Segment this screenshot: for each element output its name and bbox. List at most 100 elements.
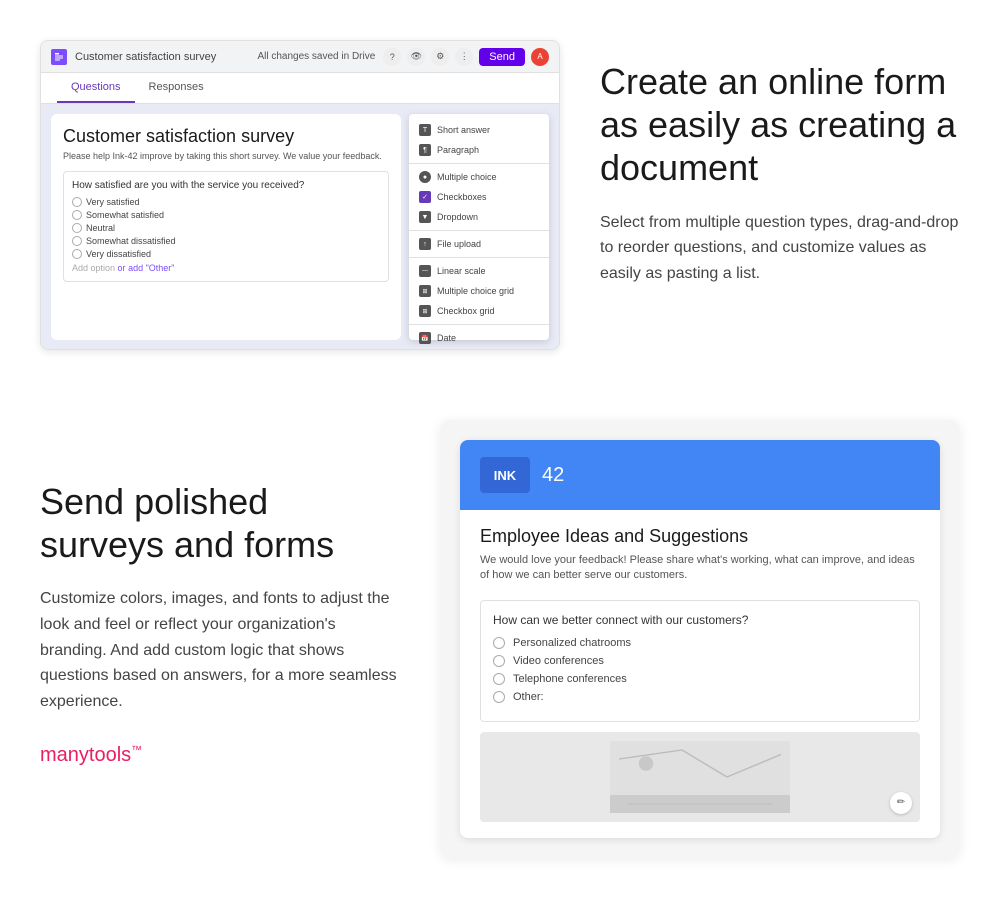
checkbox-grid-option[interactable]: ⊞ Checkbox grid: [409, 301, 549, 321]
or-text: or: [118, 263, 126, 273]
divider-1: [409, 163, 549, 164]
form-body: Customer satisfaction survey Please help…: [41, 104, 559, 350]
option-4: Somewhat dissatisfied: [72, 236, 380, 246]
checkbox-grid-label: Checkbox grid: [437, 306, 495, 316]
preview-option-label-1: Personalized chatrooms: [513, 637, 631, 649]
manytools-logo: manytools™: [40, 744, 400, 767]
top-description: Select from multiple question types, dra…: [600, 210, 960, 287]
form-screenshot: Customer satisfaction survey All changes…: [40, 40, 560, 350]
preview-option-label-4: Other:: [513, 691, 544, 703]
option-label-5: Very dissatisfied: [86, 249, 151, 259]
option-5: Very dissatisfied: [72, 249, 380, 259]
checkboxes-option[interactable]: ✓ Checkboxes: [409, 187, 549, 207]
bottom-description: Customize colors, images, and fonts to a…: [40, 586, 400, 714]
ink-number: 42: [542, 464, 564, 487]
time-option[interactable]: ⏰ Time: [409, 348, 549, 350]
mc-grid-option[interactable]: ⊞ Multiple choice grid: [409, 281, 549, 301]
bottom-heading: Send polished surveys and forms: [40, 480, 400, 566]
ink-label: INK: [494, 468, 516, 483]
form-title: Customer satisfaction survey: [63, 126, 389, 147]
form-card: Customer satisfaction survey Please help…: [51, 114, 401, 340]
option-1: Very satisfied: [72, 197, 380, 207]
preview-form-body: Employee Ideas and Suggestions We would …: [460, 510, 940, 838]
date-label: Date: [437, 333, 456, 343]
preview-option-label-3: Telephone conferences: [513, 673, 627, 685]
question-card: How satisfied are you with the service y…: [63, 171, 389, 282]
checkboxes-label: Checkboxes: [437, 192, 487, 202]
preview-radio-3: [493, 673, 505, 685]
short-answer-label: Short answer: [437, 125, 490, 135]
ink-logo: INK: [480, 457, 530, 493]
tab-title: Customer satisfaction survey: [75, 51, 249, 63]
add-option[interactable]: Add option or add "Other": [72, 263, 380, 273]
manytools-wordmark: manytools™: [40, 744, 142, 767]
question-label: How satisfied are you with the service y…: [72, 180, 380, 191]
forms-icon: [51, 49, 67, 65]
paragraph-label: Paragraph: [437, 145, 479, 155]
divider-3: [409, 257, 549, 258]
settings-icon[interactable]: ⚙: [431, 48, 449, 66]
dropdown-option[interactable]: ▼ Dropdown: [409, 207, 549, 227]
preview-radio-1: [493, 637, 505, 649]
preview-question: How can we better connect with our custo…: [493, 613, 907, 627]
multiple-choice-option[interactable]: ● Multiple choice: [409, 167, 549, 187]
option-2: Somewhat satisfied: [72, 210, 380, 220]
preview-option-3: Telephone conferences: [493, 673, 907, 685]
preview-option-4: Other:: [493, 691, 907, 703]
save-badge: All changes saved in Drive: [257, 51, 375, 62]
mc-grid-icon: ⊞: [419, 285, 431, 297]
send-button[interactable]: Send: [479, 48, 525, 66]
tab-responses[interactable]: Responses: [135, 73, 218, 103]
option-label-4: Somewhat dissatisfied: [86, 236, 176, 246]
chrome-actions: ? 👁 ⚙ ⋮ Send A: [383, 48, 549, 66]
avatar: A: [531, 48, 549, 66]
radio-very-dissatisfied: [72, 249, 82, 259]
edit-icon[interactable]: ✏: [890, 792, 912, 814]
radio-neutral: [72, 223, 82, 233]
eye-icon[interactable]: 👁: [407, 48, 425, 66]
sketch-svg: [502, 741, 898, 813]
option-label-2: Somewhat satisfied: [86, 210, 164, 220]
multiple-choice-icon: ●: [419, 171, 431, 183]
linear-scale-icon: —: [419, 265, 431, 277]
divider-2: [409, 230, 549, 231]
linear-scale-option[interactable]: — Linear scale: [409, 261, 549, 281]
preview-question-section: How can we better connect with our custo…: [480, 600, 920, 722]
question-type-dropdown: T Short answer ¶ Paragraph ● Multiple ch…: [409, 114, 549, 340]
divider-4: [409, 324, 549, 325]
short-answer-icon: T: [419, 124, 431, 136]
top-section: Customer satisfaction survey All changes…: [0, 0, 1000, 390]
preview-form-title: Employee Ideas and Suggestions: [480, 526, 920, 547]
mc-grid-label: Multiple choice grid: [437, 286, 514, 296]
form-preview-container: INK 42 Employee Ideas and Suggestions We…: [440, 420, 960, 858]
add-other-link[interactable]: add "Other": [128, 263, 174, 273]
file-upload-icon: ↑: [419, 238, 431, 250]
radio-somewhat-dissatisfied: [72, 236, 82, 246]
option-label-3: Neutral: [86, 223, 115, 233]
form-subtitle: Please help Ink-42 improve by taking thi…: [63, 151, 389, 161]
radio-somewhat-satisfied: [72, 210, 82, 220]
dropdown-icon-el: ▼: [419, 211, 431, 223]
tab-questions[interactable]: Questions: [57, 73, 135, 103]
preview-option-1: Personalized chatrooms: [493, 637, 907, 649]
preview-form: INK 42 Employee Ideas and Suggestions We…: [460, 440, 940, 838]
chrome-bar: Customer satisfaction survey All changes…: [41, 41, 559, 73]
preview-radio-2: [493, 655, 505, 667]
preview-radio-4: [493, 691, 505, 703]
comment-icon[interactable]: ?: [383, 48, 401, 66]
file-upload-label: File upload: [437, 239, 481, 249]
preview-image-placeholder: ✏: [480, 732, 920, 822]
file-upload-option[interactable]: ↑ File upload: [409, 234, 549, 254]
checkbox-grid-icon: ⊞: [419, 305, 431, 317]
date-option[interactable]: 📅 Date: [409, 328, 549, 348]
more-icon[interactable]: ⋮: [455, 48, 473, 66]
form-tabs: Questions Responses: [41, 73, 559, 104]
linear-scale-label: Linear scale: [437, 266, 486, 276]
date-icon: 📅: [419, 332, 431, 344]
option-label-1: Very satisfied: [86, 197, 140, 207]
preview-option-label-2: Video conferences: [513, 655, 604, 667]
preview-form-header: INK 42: [460, 440, 940, 510]
paragraph-option[interactable]: ¶ Paragraph: [409, 140, 549, 160]
multiple-choice-label: Multiple choice: [437, 172, 497, 182]
short-answer-option[interactable]: T Short answer: [409, 120, 549, 140]
